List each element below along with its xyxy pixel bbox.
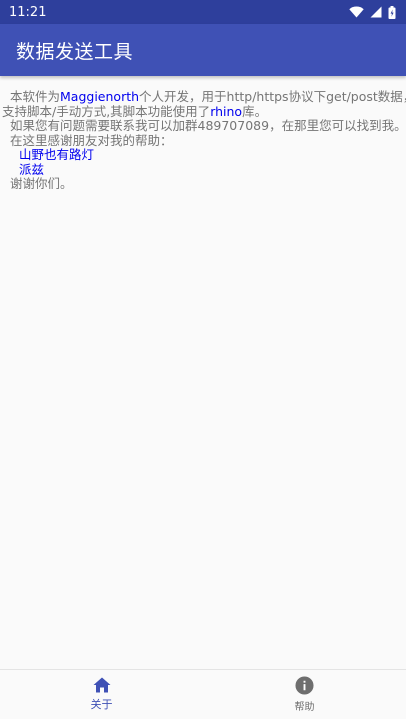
bottom-navigation: 关于 帮助 xyxy=(0,669,406,719)
about-content: 本软件为Maggienorth个人开发，用于http/https协议下get/p… xyxy=(0,89,406,192)
author-link[interactable]: Maggienorth xyxy=(60,89,139,104)
intro-line: 本软件为Maggienorth个人开发，用于http/https协议下get/p… xyxy=(1,89,406,105)
nav-tab-about-label: 关于 xyxy=(90,698,113,711)
nav-tab-about[interactable]: 关于 xyxy=(0,670,203,719)
library-suffix: 库。 xyxy=(242,103,268,119)
app-title: 数据发送工具 xyxy=(16,40,134,63)
friend-item: 派兹 xyxy=(1,162,405,178)
app-bar: 数据发送工具 xyxy=(0,24,406,76)
status-bar: 11:21 xyxy=(0,0,406,24)
status-time: 11:21 xyxy=(9,4,47,20)
wifi-icon xyxy=(349,6,364,18)
info-icon xyxy=(295,676,314,695)
intro-prefix: 本软件为 xyxy=(10,89,61,104)
thanks-intro: 在这里感谢朋友对我的帮助： xyxy=(10,132,173,148)
home-icon xyxy=(93,677,110,693)
battery-icon xyxy=(388,5,396,19)
nav-tab-help[interactable]: 帮助 xyxy=(203,670,406,719)
signal-icon xyxy=(370,6,382,18)
library-line: 支持脚本/手动方式,其脚本功能使用了rhino库。 xyxy=(1,103,405,120)
rhino-link[interactable]: rhino xyxy=(210,104,242,119)
intro-suffix: 个人开发，用于http/https协议下get/post数据， xyxy=(139,89,406,104)
friend-link-1[interactable]: 山野也有路灯 xyxy=(19,147,94,162)
status-icons xyxy=(349,5,396,19)
contact-line: 如果您有问题需要联系我可以加群489707089，在那里您可以找到我。 xyxy=(10,118,406,133)
friend-link-2[interactable]: 派兹 xyxy=(19,162,44,177)
closing-line: 谢谢你们。 xyxy=(10,176,73,191)
nav-tab-help-label: 帮助 xyxy=(294,702,315,713)
library-prefix: 支持脚本/手动方式,其脚本功能使用了 xyxy=(2,103,211,119)
friend-item: 山野也有路灯 xyxy=(1,147,405,163)
